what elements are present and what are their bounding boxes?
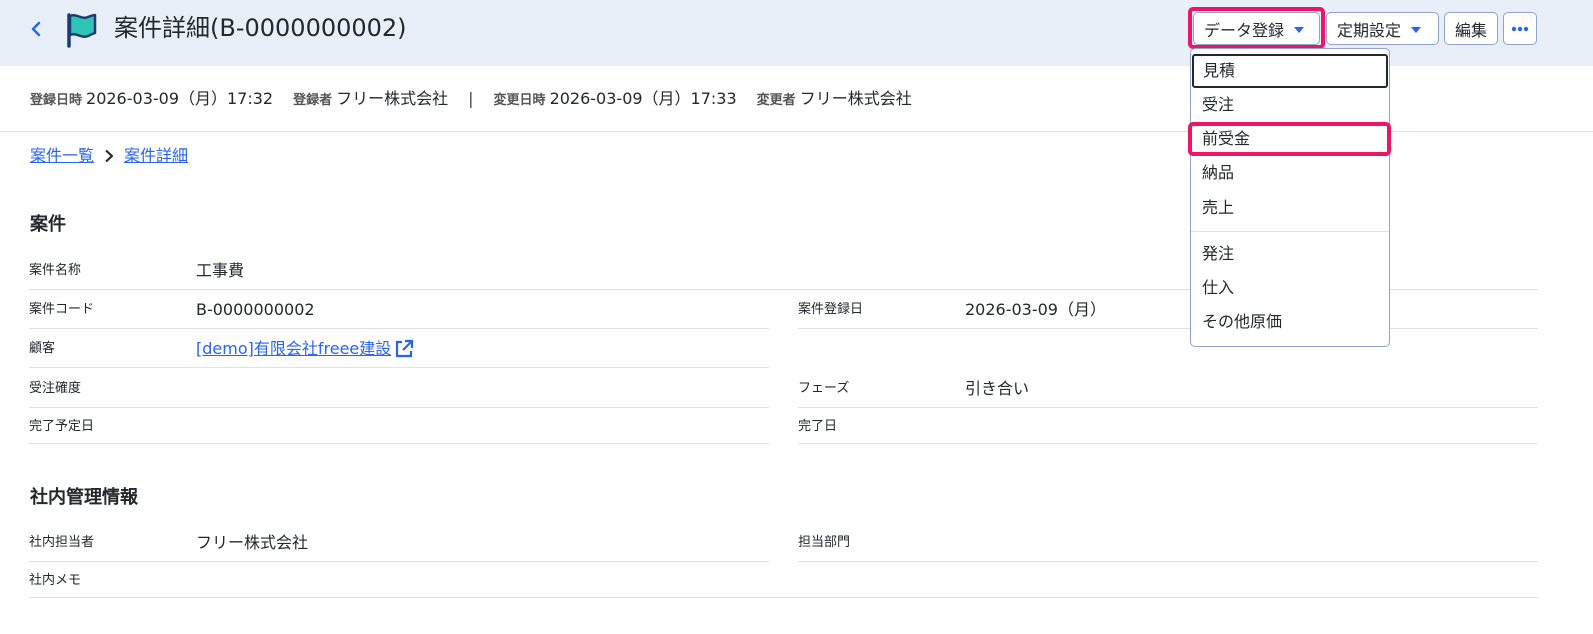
updated-at-value: 2026-03-09（月）17:33	[549, 89, 737, 108]
row-project-reg-date: 案件登録日 2026-03-09（月）	[798, 290, 1538, 329]
probability-label: 受注確度	[29, 381, 82, 396]
flag-icon	[67, 13, 97, 48]
project-name-label: 案件名称	[29, 263, 82, 278]
row-phase: フェーズ 引き合い	[798, 369, 1538, 408]
periodic-settings-label: 定期設定	[1337, 20, 1402, 40]
menu-item-purchase-order[interactable]: 発注	[1191, 237, 1389, 271]
menu-item-sales[interactable]: 売上	[1191, 191, 1389, 225]
menu-item-delivery[interactable]: 納品	[1191, 156, 1389, 190]
created-at-value: 2026-03-09（月）17:32	[86, 89, 274, 108]
done-date-label: 完了日	[798, 419, 838, 434]
meta-separator: |	[468, 89, 474, 108]
record-meta: 登録日時 2026-03-09（月）17:32 登録者 フリー株式会社 | 変更日時 202…	[30, 88, 932, 112]
project-reg-date-label: 案件登録日	[798, 302, 864, 317]
department-label: 担当部門	[798, 535, 851, 550]
row-project-code: 案件コード B-0000000002	[29, 290, 769, 329]
section-title-project: 案件	[30, 214, 66, 235]
periodic-settings-button[interactable]: 定期設定	[1326, 12, 1439, 45]
project-name-value: 工事費	[196, 261, 245, 280]
row-memo: 社内メモ	[29, 562, 1538, 598]
owner-label: 社内担当者	[29, 535, 95, 550]
menu-item-advance-payment[interactable]: 前受金	[1191, 122, 1389, 156]
phase-label: フェーズ	[798, 381, 850, 396]
data-register-dropdown: 見積 受注 前受金 納品 売上 発注 仕入 その他原価	[1190, 48, 1390, 347]
caret-down-icon	[1294, 27, 1305, 33]
edit-label: 編集	[1454, 20, 1487, 40]
edit-button[interactable]: 編集	[1444, 12, 1498, 45]
menu-item-other-cost[interactable]: その他原価	[1191, 305, 1389, 339]
menu-item-estimate[interactable]: 見積	[1192, 54, 1388, 88]
memo-label: 社内メモ	[29, 573, 82, 588]
data-register-button[interactable]: データ登録	[1193, 12, 1320, 45]
breadcrumb-project-list[interactable]: 案件一覧	[30, 145, 94, 167]
owner-value: フリー株式会社	[196, 533, 309, 552]
breadcrumb: 案件一覧 案件詳細	[30, 145, 188, 167]
due-date-label: 完了予定日	[29, 419, 95, 434]
created-by-value: フリー株式会社	[336, 89, 449, 108]
page-title: 案件詳細(B-0000000002)	[114, 14, 407, 42]
project-code-label: 案件コード	[29, 302, 95, 317]
section-title-internal: 社内管理情報	[30, 487, 138, 508]
updated-by-label: 変更者	[756, 93, 796, 108]
breadcrumb-project-detail[interactable]: 案件詳細	[124, 145, 188, 167]
data-register-label: データ登録	[1204, 20, 1285, 40]
created-by-label: 登録者	[293, 93, 333, 108]
chevron-left-icon[interactable]	[26, 18, 46, 40]
row-owner: 社内担当者 フリー株式会社	[29, 523, 769, 562]
menu-item-purchase[interactable]: 仕入	[1191, 271, 1389, 305]
customer-link[interactable]: [demo]有限会社freee建設	[196, 338, 415, 360]
customer-name: [demo]有限会社freee建設	[196, 339, 392, 358]
chevron-right-icon	[105, 149, 114, 163]
updated-at-label: 変更日時	[493, 93, 546, 108]
project-code-value: B-0000000002	[196, 300, 315, 319]
customer-label: 顧客	[29, 341, 56, 356]
row-due-date: 完了予定日	[29, 408, 769, 444]
menu-item-order[interactable]: 受注	[1191, 88, 1389, 122]
external-link-icon	[396, 339, 414, 358]
created-at-label: 登録日時	[30, 93, 83, 108]
phase-value: 引き合い	[965, 379, 1030, 398]
updated-by-value: フリー株式会社	[799, 89, 912, 108]
row-done-date: 完了日	[798, 408, 1538, 444]
caret-down-icon	[1411, 27, 1422, 33]
more-dots-icon	[1511, 26, 1529, 31]
more-options-button[interactable]	[1503, 12, 1537, 45]
row-probability: 受注確度	[29, 369, 769, 408]
project-reg-date-value: 2026-03-09（月）	[965, 300, 1106, 319]
menu-divider	[1191, 231, 1389, 232]
row-department: 担当部門	[798, 523, 1538, 562]
row-customer: 顧客 [demo]有限会社freee建設	[29, 329, 769, 368]
